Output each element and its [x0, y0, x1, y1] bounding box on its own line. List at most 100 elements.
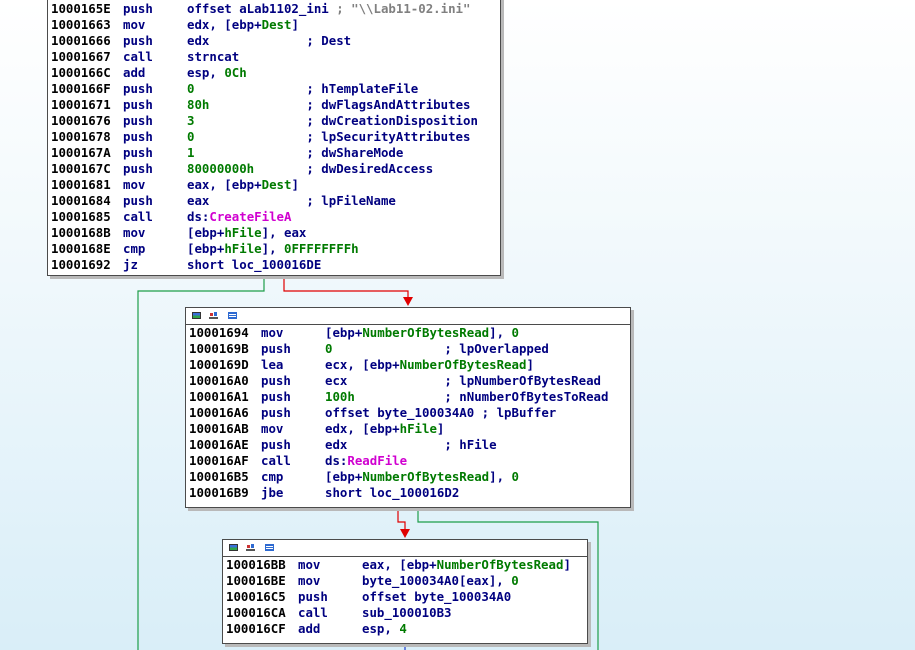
operand-token: ecx, [ebp+ — [325, 357, 400, 372]
code-block-createfile[interactable]: 1000165E push offset aLab1102_ini ; "\\Lab… — [47, 0, 501, 276]
operand-token: edx ; Dest — [187, 33, 352, 48]
instruction-address: 1000167C — [51, 161, 111, 176]
graph-view-icon[interactable] — [192, 312, 201, 319]
instruction-line[interactable]: 1000167A push 1 ; dwShareMode — [48, 145, 500, 161]
instruction-line[interactable]: 100016B5 cmp [ebp+NumberOfBytesRead], 0 — [186, 469, 630, 485]
edge-jz-fallthrough — [283, 276, 409, 300]
operand-token[interactable]: hFile — [224, 241, 261, 256]
instruction-line[interactable]: 100016CF add esp, 4 — [223, 621, 587, 637]
instruction-line[interactable]: 10001692 jz short loc_100016DE — [48, 257, 500, 273]
instruction-address: 100016AE — [189, 437, 249, 452]
instruction-line[interactable]: 1000169B push 0 ; lpOverlapped — [186, 341, 630, 357]
instruction-line[interactable]: 1000169D lea ecx, [ebp+NumberOfBytesRead] — [186, 357, 630, 373]
chart-icon[interactable] — [246, 544, 255, 551]
operand-token[interactable]: 0FFFFFFFFh — [284, 241, 359, 256]
instruction-line[interactable]: 100016AB mov edx, [ebp+hFile] — [186, 421, 630, 437]
code-block-decode[interactable]: 100016BB mov eax, [ebp+NumberOfBytesRead] 1… — [222, 539, 588, 644]
instruction-mnemonic: cmp — [261, 469, 284, 484]
graph-view-icon[interactable] — [229, 544, 238, 551]
operand-token[interactable]: NumberOfBytesRead — [362, 469, 489, 484]
instruction-line[interactable]: 100016A1 push 100h ; nNumberOfBytesToRead — [186, 389, 630, 405]
instruction-line[interactable]: 1000166F push 0 ; hTemplateFile — [48, 81, 500, 97]
operand-token[interactable]: hFile — [224, 225, 261, 240]
instruction-line[interactable]: 100016CA call sub_100010B3 — [223, 605, 587, 621]
operand-token[interactable]: Dest — [262, 17, 292, 32]
instruction-operands: esp, 0Ch — [187, 65, 247, 81]
operand-token[interactable]: 100h — [325, 389, 355, 404]
instruction-line[interactable]: 10001666 push edx ; Dest — [48, 33, 500, 49]
instruction-operands: [ebp+NumberOfBytesRead], 0 — [325, 469, 519, 485]
operand-token[interactable]: NumberOfBytesRead — [400, 357, 527, 372]
operand-token: [ebp+ — [325, 325, 363, 340]
text-view-icon[interactable] — [228, 312, 237, 319]
instruction-line[interactable]: 100016AE push edx ; hFile — [186, 437, 630, 453]
instruction-line[interactable]: 1000167C push 80000000h ; dwDesiredAccess — [48, 161, 500, 177]
instruction-operands: short loc_100016DE — [187, 257, 321, 273]
instruction-mnemonic: mov — [123, 17, 146, 32]
instruction-address: 1000167A — [51, 145, 111, 160]
operand-token: eax ; lpFileName — [187, 193, 396, 208]
instruction-line[interactable]: 100016AF call ds:ReadFile — [186, 453, 630, 469]
instruction-line[interactable]: 100016C5 push offset byte_100034A0 — [223, 589, 587, 605]
operand-token: [ebp+ — [325, 469, 363, 484]
instruction-line[interactable]: 10001667 call strncat — [48, 49, 500, 65]
instruction-operands: [ebp+hFile], 0FFFFFFFFh — [187, 241, 359, 257]
operand-token: ecx ; lpNumberOfBytesRead — [325, 373, 602, 388]
operand-token: ; dwDesiredAccess — [254, 161, 434, 176]
edge-jbe-fallthrough-arrow — [400, 529, 410, 538]
operand-token: ds: — [325, 453, 348, 468]
code-block-readfile[interactable]: 10001694 mov [ebp+NumberOfBytesRead], 0 100… — [185, 307, 631, 508]
instruction-line[interactable]: 1000168B mov [ebp+hFile], eax — [48, 225, 500, 241]
operand-token: [ebp+ — [187, 241, 225, 256]
instruction-address: 100016AF — [189, 453, 249, 468]
operand-token[interactable]: 80000000h — [187, 161, 254, 176]
operand-token[interactable]: 0Ch — [224, 65, 246, 80]
operand-token[interactable]: Dest — [262, 177, 292, 192]
instruction-mnemonic: push — [261, 341, 291, 356]
instruction-address: 1000166F — [51, 81, 111, 96]
instruction-line[interactable]: 100016BE mov byte_100034A0[eax], 0 — [223, 573, 587, 589]
operand-token[interactable]: ReadFile — [347, 453, 407, 468]
instruction-address: 1000165E — [51, 1, 111, 16]
operand-token[interactable]: 4 — [399, 621, 406, 636]
instruction-line[interactable]: 10001681 mov eax, [ebp+Dest] — [48, 177, 500, 193]
operand-token: [ebp+ — [187, 225, 225, 240]
instruction-line[interactable]: 1000168E cmp [ebp+hFile], 0FFFFFFFFh — [48, 241, 500, 257]
instruction-line[interactable]: 10001671 push 80h ; dwFlagsAndAttributes — [48, 97, 500, 113]
text-view-icon[interactable] — [265, 544, 274, 551]
instruction-operands: 1 ; dwShareMode — [187, 145, 403, 161]
instruction-operands: 80000000h ; dwDesiredAccess — [187, 161, 433, 177]
instruction-line[interactable]: 10001694 mov [ebp+NumberOfBytesRead], 0 — [186, 325, 630, 341]
instruction-mnemonic: push — [123, 1, 153, 16]
operand-token[interactable]: 0 — [512, 325, 519, 340]
instruction-mnemonic: push — [261, 437, 291, 452]
instruction-line[interactable]: 1000166C add esp, 0Ch — [48, 65, 500, 81]
operand-token[interactable]: NumberOfBytesRead — [362, 325, 489, 340]
instruction-line[interactable]: 100016BB mov eax, [ebp+NumberOfBytesRead] — [223, 557, 587, 573]
operand-token: offset aLab1102_ini — [187, 1, 337, 16]
instruction-operands: ecx ; lpNumberOfBytesRead — [325, 373, 601, 389]
operand-token[interactable]: 0 — [512, 469, 519, 484]
chart-icon[interactable] — [209, 312, 218, 319]
operand-token[interactable]: NumberOfBytesRead — [437, 557, 564, 572]
instruction-operands: byte_100034A0[eax], 0 — [362, 573, 519, 589]
instruction-address: 100016A1 — [189, 389, 249, 404]
instruction-line[interactable]: 100016A6 push offset byte_100034A0 ; lpBuf… — [186, 405, 630, 421]
instruction-line[interactable]: 1000165E push offset aLab1102_ini ; "\\Lab… — [48, 1, 500, 17]
operand-token[interactable]: CreateFileA — [209, 209, 291, 224]
instruction-line[interactable]: 10001685 call ds:CreateFileA — [48, 209, 500, 225]
instruction-line[interactable]: 100016A0 push ecx ; lpNumberOfBytesRead — [186, 373, 630, 389]
edge-jbe-fallthrough — [397, 508, 406, 532]
instruction-line[interactable]: 10001663 mov edx, [ebp+Dest] — [48, 17, 500, 33]
instruction-mnemonic: push — [123, 113, 153, 128]
operand-token[interactable]: 80h — [187, 97, 209, 112]
operand-token[interactable]: 0 — [511, 573, 518, 588]
instruction-line[interactable]: 10001678 push 0 ; lpSecurityAttributes — [48, 129, 500, 145]
operand-token: esp, — [187, 65, 225, 80]
instruction-mnemonic: call — [123, 209, 153, 224]
operand-token: edx ; hFile — [325, 437, 497, 452]
operand-token[interactable]: hFile — [400, 421, 437, 436]
instruction-line[interactable]: 100016B9 jbe short loc_100016D2 — [186, 485, 630, 501]
instruction-line[interactable]: 10001684 push eax ; lpFileName — [48, 193, 500, 209]
instruction-line[interactable]: 10001676 push 3 ; dwCreationDisposition — [48, 113, 500, 129]
